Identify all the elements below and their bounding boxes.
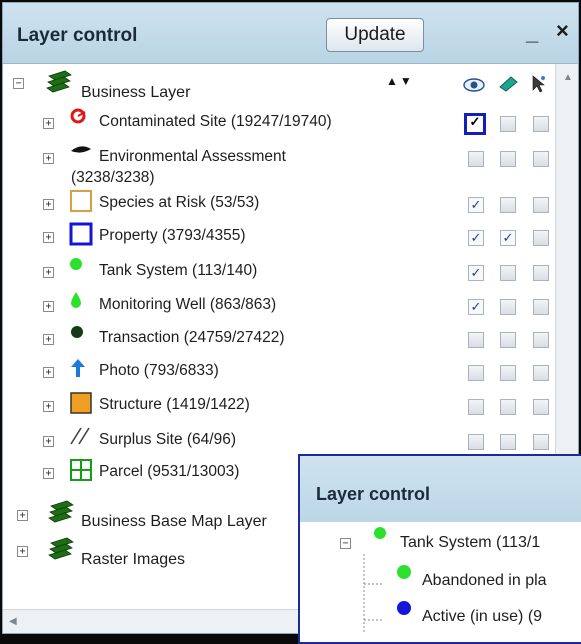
layer-label: Species at Risk (53/53): [99, 194, 260, 211]
overlay-child-label: Active (in use) (9: [422, 608, 543, 625]
expand-layer[interactable]: +: [43, 401, 54, 412]
transaction-icon: [69, 324, 85, 345]
selectable-checkbox[interactable]: [533, 434, 549, 450]
minimize-button[interactable]: _: [526, 22, 538, 44]
labeled-checkbox[interactable]: [500, 265, 516, 281]
expand-layer[interactable]: +: [43, 118, 54, 129]
layer-group-icon: [45, 68, 75, 99]
labeled-checkbox[interactable]: [500, 399, 516, 415]
collapse-business-layer[interactable]: −: [13, 78, 24, 89]
expand-layer[interactable]: +: [43, 334, 54, 345]
visible-checkbox[interactable]: [468, 365, 484, 381]
layer-group-icon: [47, 535, 77, 566]
overlay-child-label: Abandoned in pla: [422, 572, 547, 589]
layer-label: Parcel (9531/13003): [99, 463, 240, 480]
layer-label: Contaminated Site (19247/19740): [99, 113, 332, 130]
layer-label: Environmental Assessment: [99, 148, 286, 165]
scroll-left-icon[interactable]: ◀: [9, 616, 17, 627]
abandoned-icon: [396, 564, 412, 585]
layer-label: Monitoring Well (863/863): [99, 296, 277, 313]
visible-checkbox[interactable]: [468, 332, 484, 348]
labeled-checkbox[interactable]: [500, 151, 516, 167]
selectable-checkbox[interactable]: [533, 365, 549, 381]
expand-raster-images[interactable]: +: [17, 546, 28, 557]
layer-label: Surplus Site (64/96): [99, 431, 236, 448]
select-icon: [529, 73, 549, 100]
layer-label: Transaction (24759/27422): [99, 329, 285, 346]
tank-system-icon: [69, 257, 83, 276]
titlebar: Layer control Update _ ×: [3, 3, 578, 64]
active-icon: [396, 600, 412, 621]
labeled-checkbox[interactable]: [500, 332, 516, 348]
selectable-checkbox[interactable]: [533, 332, 549, 348]
labeled-checkbox[interactable]: [500, 299, 516, 315]
species-at-risk-icon: [69, 189, 93, 218]
business-base-map-layer-label: Business Base Map Layer: [81, 513, 267, 530]
layer-label: Structure (1419/1422): [99, 396, 250, 413]
labeled-checkbox[interactable]: [500, 116, 516, 132]
expand-layer[interactable]: +: [43, 436, 54, 447]
layer-label: Property (3793/4355): [99, 227, 246, 244]
overlay-layer-control-panel: Layer control − Tank System (113/1 Aband…: [298, 454, 581, 644]
expand-layer[interactable]: +: [43, 267, 54, 278]
collapse-tank-system[interactable]: −: [340, 538, 351, 549]
selectable-checkbox[interactable]: [533, 299, 549, 315]
panel-title: Layer control: [17, 25, 138, 46]
photo-icon: [69, 357, 87, 384]
layer-group-icon: [47, 498, 77, 529]
labeled-checkbox[interactable]: [500, 434, 516, 450]
selectable-checkbox[interactable]: [533, 197, 549, 213]
labeled-checkbox[interactable]: ✓: [500, 230, 516, 246]
expand-layer[interactable]: +: [43, 468, 54, 479]
visible-checkbox[interactable]: ✓: [464, 113, 486, 135]
overlay-title: Layer control: [316, 484, 431, 504]
expand-business-base-map-layer[interactable]: +: [17, 510, 28, 521]
expand-layer[interactable]: +: [43, 367, 54, 378]
expand-layer[interactable]: +: [43, 199, 54, 210]
visible-checkbox[interactable]: ✓: [468, 265, 484, 281]
visible-checkbox[interactable]: [468, 151, 484, 167]
layer-label: Tank System (113/140): [99, 262, 258, 279]
close-button[interactable]: ×: [556, 20, 569, 42]
visible-checkbox[interactable]: ✓: [468, 197, 484, 213]
property-icon: [69, 222, 93, 251]
selectable-checkbox[interactable]: [533, 230, 549, 246]
selectable-checkbox[interactable]: [533, 116, 549, 132]
update-button[interactable]: Update: [326, 18, 424, 52]
expand-layer[interactable]: +: [43, 153, 54, 164]
structure-icon: [69, 391, 93, 420]
visibility-icon: [463, 77, 485, 98]
label-icon: [497, 75, 519, 98]
selectable-checkbox[interactable]: [533, 151, 549, 167]
tank-system-icon: [373, 526, 387, 545]
environmental-assessment-icon: [69, 143, 93, 162]
monitoring-well-icon: [69, 291, 83, 314]
business-layer-label: Business Layer: [81, 84, 191, 101]
labeled-checkbox[interactable]: [500, 197, 516, 213]
visible-checkbox[interactable]: ✓: [468, 299, 484, 315]
visible-checkbox[interactable]: [468, 399, 484, 415]
expand-layer[interactable]: +: [43, 301, 54, 312]
sort-arrows[interactable]: ▲▼: [386, 74, 414, 88]
selectable-checkbox[interactable]: [533, 399, 549, 415]
visible-checkbox[interactable]: [468, 434, 484, 450]
layer-label-continued: (3238/3238): [71, 169, 155, 186]
parcel-icon: [69, 458, 93, 487]
selectable-checkbox[interactable]: [533, 265, 549, 281]
visible-checkbox[interactable]: ✓: [468, 230, 484, 246]
raster-images-label: Raster Images: [81, 551, 186, 568]
surplus-site-icon: [69, 426, 93, 451]
labeled-checkbox[interactable]: [500, 365, 516, 381]
scroll-up-icon[interactable]: ▲: [563, 72, 573, 83]
contaminated-site-icon: [69, 108, 87, 133]
overlay-titlebar: Layer control: [300, 456, 581, 522]
overlay-tank-label: Tank System (113/1: [400, 534, 541, 551]
expand-layer[interactable]: +: [43, 232, 54, 243]
layer-label: Photo (793/6833): [99, 362, 219, 379]
